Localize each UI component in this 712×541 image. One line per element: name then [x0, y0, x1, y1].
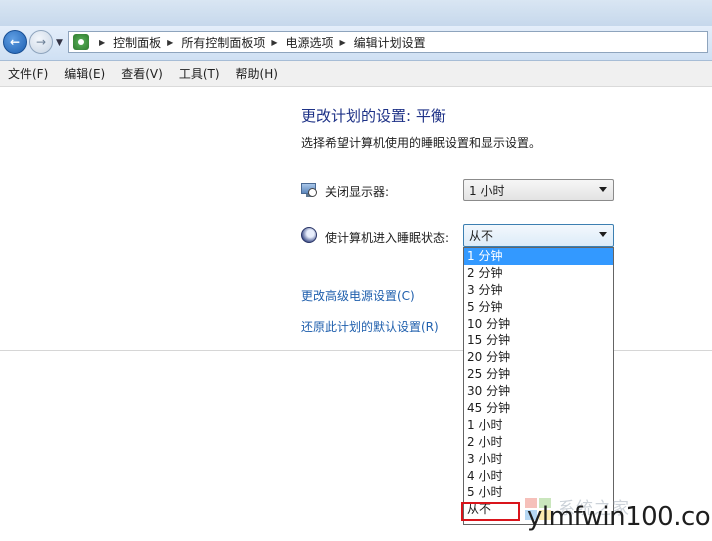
dropdown-option[interactable]: 15 分钟: [464, 332, 613, 349]
sleep-label: 使计算机进入睡眠状态:: [325, 231, 450, 245]
back-button[interactable]: ←: [3, 30, 27, 54]
dropdown-option[interactable]: 2 分钟: [464, 265, 613, 282]
watermark-text: ylmfwin100.com: [527, 502, 712, 532]
restore-defaults-link[interactable]: 还原此计划的默认设置(R): [301, 318, 439, 335]
page-title: 更改计划的设置: 平衡: [301, 107, 446, 125]
menu-bar: 文件(F) 编辑(E) 查看(V) 工具(T) 帮助(H): [0, 61, 712, 87]
dropdown-option[interactable]: 1 小时: [464, 417, 613, 434]
menu-view[interactable]: 查看(V): [113, 65, 171, 82]
menu-help[interactable]: 帮助(H): [228, 65, 286, 82]
navigation-bar: ← → ▼ ▶ 控制面板 ▶ 所有控制面板项 ▶ 电源选项 ▶ 编辑计划设置: [0, 26, 712, 61]
history-dropdown-icon[interactable]: ▼: [56, 38, 63, 48]
forward-arrow-icon: →: [35, 35, 47, 49]
dropdown-option[interactable]: 45 分钟: [464, 400, 613, 417]
dropdown-option[interactable]: 20 分钟: [464, 349, 613, 366]
display-timer-icon: [301, 182, 317, 198]
display-off-select[interactable]: 1 小时: [463, 179, 614, 201]
sleep-dropdown-list[interactable]: 1 分钟 2 分钟 3 分钟 5 分钟 10 分钟 15 分钟 20 分钟 25…: [463, 247, 614, 525]
menu-edit[interactable]: 编辑(E): [56, 65, 113, 82]
breadcrumb-separator-icon[interactable]: ▶: [271, 38, 277, 47]
breadcrumb-edit-plan[interactable]: 编辑计划设置: [354, 34, 426, 51]
dropdown-option[interactable]: 30 分钟: [464, 383, 613, 400]
back-arrow-icon: ←: [9, 35, 21, 49]
breadcrumb-separator-icon[interactable]: ▶: [340, 38, 346, 47]
dropdown-option[interactable]: 10 分钟: [464, 316, 613, 333]
dropdown-option[interactable]: 5 分钟: [464, 299, 613, 316]
window-title-strip: [0, 0, 712, 27]
annotation-highlight-box: [461, 502, 520, 521]
forward-button[interactable]: →: [29, 30, 53, 54]
dropdown-option[interactable]: 25 分钟: [464, 366, 613, 383]
breadcrumb-separator-icon[interactable]: ▶: [99, 38, 105, 47]
dropdown-option[interactable]: 2 小时: [464, 434, 613, 451]
dropdown-option[interactable]: 1 分钟: [464, 248, 613, 265]
breadcrumb-control-panel[interactable]: 控制面板: [113, 34, 161, 51]
display-off-label: 关闭显示器:: [325, 185, 390, 199]
chevron-down-icon: [599, 187, 607, 192]
advanced-power-settings-link[interactable]: 更改高级电源设置(C): [301, 287, 415, 304]
chevron-down-icon: [599, 232, 607, 237]
sleep-select[interactable]: 从不: [463, 224, 614, 247]
breadcrumb-separator-icon[interactable]: ▶: [167, 38, 173, 47]
page-description: 选择希望计算机使用的睡眠设置和显示设置。: [301, 136, 542, 150]
display-off-value: 1 小时: [469, 183, 505, 198]
address-bar[interactable]: ▶ 控制面板 ▶ 所有控制面板项 ▶ 电源选项 ▶ 编辑计划设置: [68, 31, 708, 53]
dropdown-option[interactable]: 4 小时: [464, 468, 613, 485]
dropdown-option[interactable]: 3 小时: [464, 451, 613, 468]
sleep-moon-icon: [301, 227, 317, 243]
sleep-value: 从不: [469, 229, 494, 243]
breadcrumb-power-options[interactable]: 电源选项: [286, 34, 334, 51]
control-panel-icon: [73, 34, 89, 50]
dropdown-option[interactable]: 3 分钟: [464, 282, 613, 299]
menu-tools[interactable]: 工具(T): [171, 65, 228, 82]
menu-file[interactable]: 文件(F): [0, 65, 56, 82]
breadcrumb-all-items[interactable]: 所有控制面板项: [181, 34, 265, 51]
